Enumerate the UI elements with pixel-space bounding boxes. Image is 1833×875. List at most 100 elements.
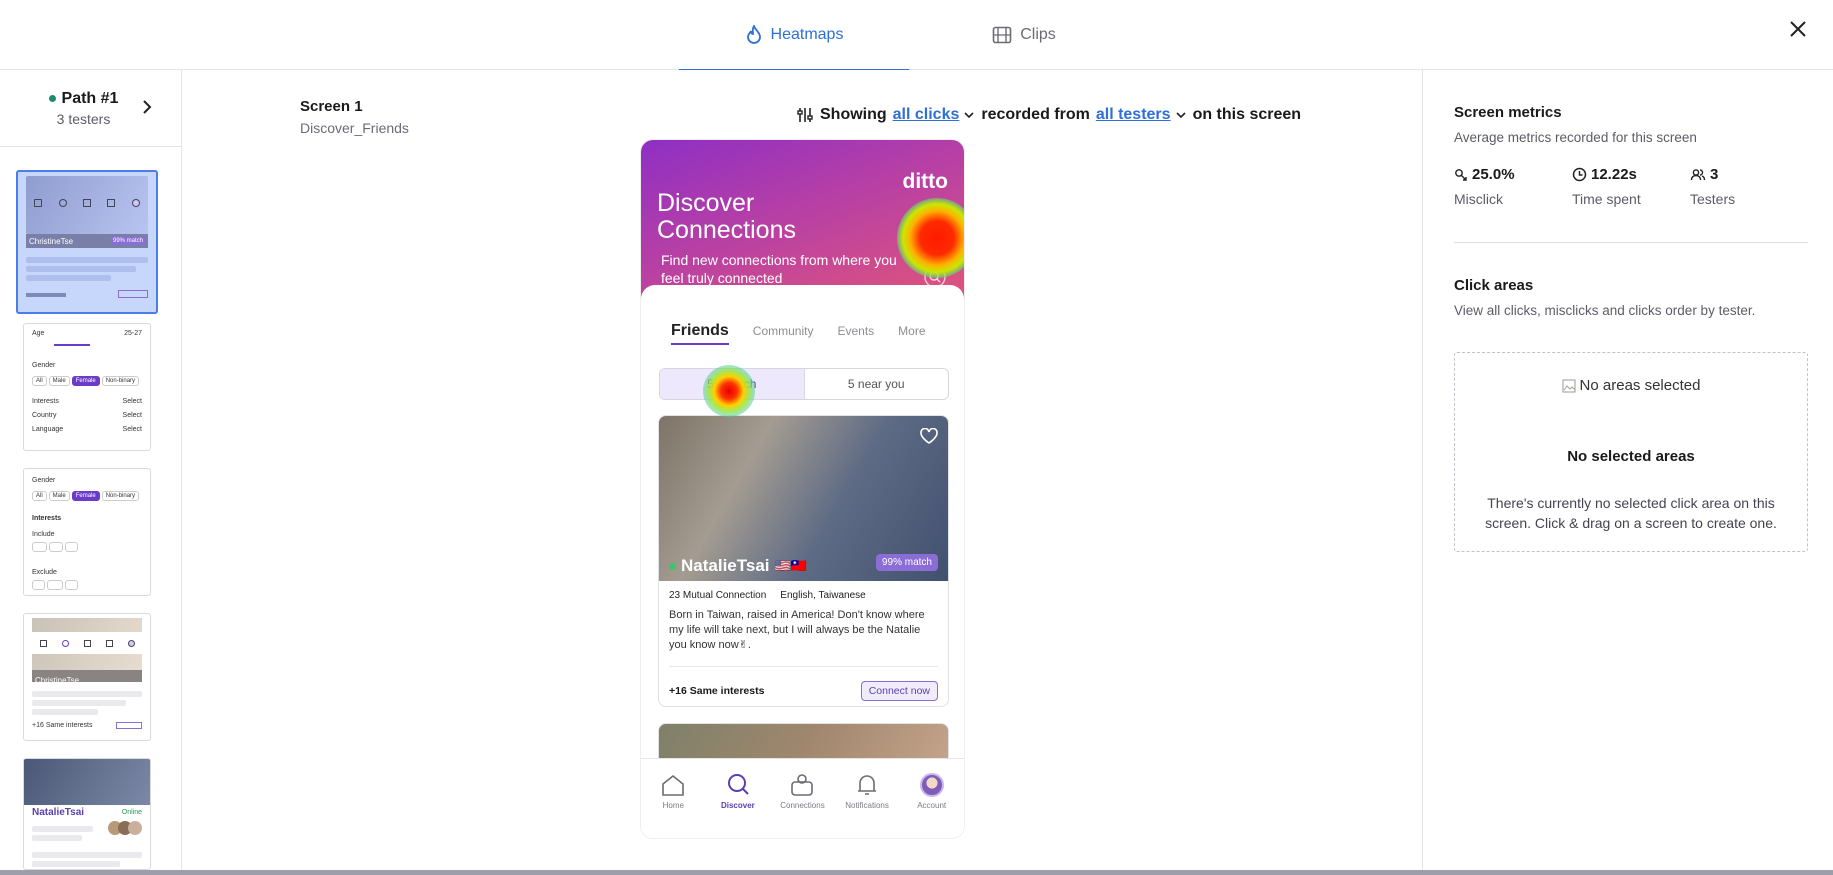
nav-account[interactable]: Account bbox=[902, 773, 962, 838]
tab-clips[interactable]: Clips bbox=[909, 0, 1139, 70]
profile-name-row: NatalieTsai 🇺🇸🇹🇼 bbox=[669, 556, 807, 576]
thumbnail-include: Include bbox=[32, 531, 55, 538]
nav-home[interactable]: Home bbox=[643, 773, 703, 838]
avatar bbox=[919, 773, 944, 797]
metric-value: 3 bbox=[1710, 166, 1719, 183]
screen-thumbnail-4[interactable]: ChristineTse +16 Same interests bbox=[23, 613, 151, 741]
hero-title: Discover Connections bbox=[657, 189, 796, 244]
discover-hero: ditto Discover Connections Find new conn… bbox=[641, 140, 964, 300]
thumbnail-badge: 99% match bbox=[110, 237, 145, 245]
empty-title: No selected areas bbox=[1567, 447, 1695, 465]
match-segment-label: 56 match bbox=[707, 377, 757, 391]
row-label: Interests bbox=[32, 398, 59, 405]
screen-title: Screen 1 bbox=[300, 98, 363, 115]
thumbnail-gender-label: Gender bbox=[32, 362, 56, 369]
thumbnail-nav bbox=[26, 192, 148, 214]
thumbnail-text bbox=[26, 254, 148, 284]
profile-card[interactable]: NatalieTsai 🇺🇸🇹🇼 99% match 23 Mutual Con… bbox=[658, 415, 949, 707]
horizontal-scrollbar[interactable] bbox=[0, 870, 1833, 875]
online-dot bbox=[669, 562, 676, 570]
tab-heatmaps[interactable]: Heatmaps bbox=[679, 0, 909, 71]
tab-clips-label: Clips bbox=[1020, 26, 1056, 43]
sliders-icon[interactable] bbox=[796, 106, 814, 124]
match-segment[interactable]: 56 match bbox=[660, 369, 805, 399]
screen-id: Discover_Friends bbox=[300, 120, 409, 136]
bell-icon bbox=[858, 775, 877, 795]
heatmap-filter: Showing all clicks recorded from all tes… bbox=[796, 106, 1301, 124]
row-select: Select bbox=[122, 426, 142, 433]
thumbnail-name-row: NatalieTsai Online bbox=[32, 807, 142, 818]
discover-tabs: Friends Community Events More bbox=[671, 322, 926, 345]
pill-female: Female bbox=[71, 491, 100, 501]
nav-notifications[interactable]: Notifications bbox=[837, 773, 897, 838]
close-button[interactable] bbox=[1785, 16, 1811, 42]
mutual-connections: 23 Mutual Connection bbox=[669, 590, 767, 601]
screen-thumbnail-5[interactable]: NatalieTsai Online bbox=[23, 758, 151, 870]
thumbnail-text bbox=[32, 688, 142, 718]
home-icon bbox=[662, 774, 685, 796]
connect-now-button[interactable]: Connect now bbox=[860, 681, 938, 701]
path-sidebar: Path #1 3 testers ChristineTse 99% match bbox=[0, 70, 182, 870]
thumbnail-status: Online bbox=[121, 809, 142, 816]
match-badge: 99% match bbox=[875, 554, 938, 571]
tab-events[interactable]: Events bbox=[837, 324, 874, 338]
thumbnail-text bbox=[32, 823, 142, 844]
nav-connections[interactable]: Connections bbox=[772, 773, 832, 838]
nav-connections-label: Connections bbox=[780, 801, 825, 810]
thumbnail-exclude: Exclude bbox=[32, 569, 57, 576]
pill-male: Male bbox=[48, 376, 70, 386]
metrics-title: Screen metrics bbox=[1454, 104, 1562, 121]
row-select: Select bbox=[122, 412, 142, 419]
thumbnail-age-row: Age 25-27 bbox=[32, 330, 142, 337]
connections-icon bbox=[791, 774, 814, 796]
screen-thumbnail-2[interactable]: Age 25-27 Gender All Male Female Non-binary… bbox=[23, 323, 151, 451]
pill-all: All bbox=[32, 491, 47, 501]
profile-flags: 🇺🇸🇹🇼 bbox=[774, 558, 807, 573]
thumbnail-nav bbox=[32, 632, 142, 654]
path-selector[interactable]: Path #1 3 testers bbox=[0, 70, 181, 147]
thumbnail-interests: Interests bbox=[32, 515, 62, 522]
testers-dropdown-value: all testers bbox=[1095, 106, 1171, 123]
row-label: Country bbox=[32, 412, 57, 419]
tab-more[interactable]: More bbox=[898, 324, 925, 338]
misclick-icon bbox=[1455, 168, 1467, 181]
broken-image-icon: No areas selected bbox=[1562, 377, 1701, 394]
metric-testers: 3 Testers bbox=[1690, 166, 1808, 207]
clicks-dropdown[interactable]: all clicks bbox=[893, 106, 976, 124]
nav-discover-label: Discover bbox=[720, 801, 755, 810]
metric-value: 25.0% bbox=[1472, 166, 1515, 183]
nav-discover[interactable]: Discover bbox=[708, 773, 768, 838]
tab-friends[interactable]: Friends bbox=[671, 322, 729, 345]
match-filter: 56 match 5 near you bbox=[659, 368, 949, 400]
tab-community[interactable]: Community bbox=[753, 324, 814, 338]
film-icon bbox=[992, 26, 1012, 44]
pill-nonbinary: Non-binary bbox=[101, 491, 140, 501]
flame-icon bbox=[746, 25, 761, 44]
thumbnail-row-interests: Interests Select bbox=[32, 398, 142, 405]
filter-suffix: on this screen bbox=[1192, 106, 1302, 123]
near-segment[interactable]: 5 near you bbox=[805, 369, 949, 399]
view-tabs: Heatmaps Clips bbox=[679, 0, 1139, 71]
thumbnail-tags bbox=[32, 542, 142, 552]
tab-heatmaps-label: Heatmaps bbox=[770, 26, 844, 43]
filter-showing: Showing bbox=[820, 106, 887, 123]
profile-meta: 23 Mutual Connection English, Taiwanese bbox=[669, 590, 866, 601]
search-icon bbox=[727, 774, 749, 795]
metric-label: Time spent bbox=[1572, 191, 1641, 207]
heatmap-canvas: Screen 1 Discover_Friends Showing all cl… bbox=[182, 70, 1422, 870]
thumbnail-name: ChristineTse bbox=[35, 676, 80, 685]
chevron-right-icon[interactable] bbox=[141, 98, 153, 116]
screen-thumbnail-1[interactable]: ChristineTse 99% match bbox=[16, 170, 158, 314]
clock-icon bbox=[1572, 167, 1587, 182]
areas-image-alt: No areas selected bbox=[1579, 377, 1701, 394]
screen-preview[interactable]: ditto Discover Connections Find new conn… bbox=[641, 140, 964, 838]
testers-dropdown[interactable]: all testers bbox=[1096, 106, 1187, 124]
path-testers: 3 testers bbox=[56, 110, 111, 127]
screen-thumbnail-3[interactable]: Gender All Male Female Non-binary Interests… bbox=[23, 468, 151, 596]
thumbnail-name-bar: ChristineTse 99% match bbox=[26, 234, 148, 248]
heart-icon[interactable] bbox=[920, 428, 938, 444]
click-areas-empty: No areas selected No selected areas Ther… bbox=[1454, 352, 1808, 552]
thumbnail-photo bbox=[24, 759, 150, 805]
nav-account-label: Account bbox=[917, 801, 947, 810]
chevron-down-icon bbox=[1175, 112, 1186, 119]
